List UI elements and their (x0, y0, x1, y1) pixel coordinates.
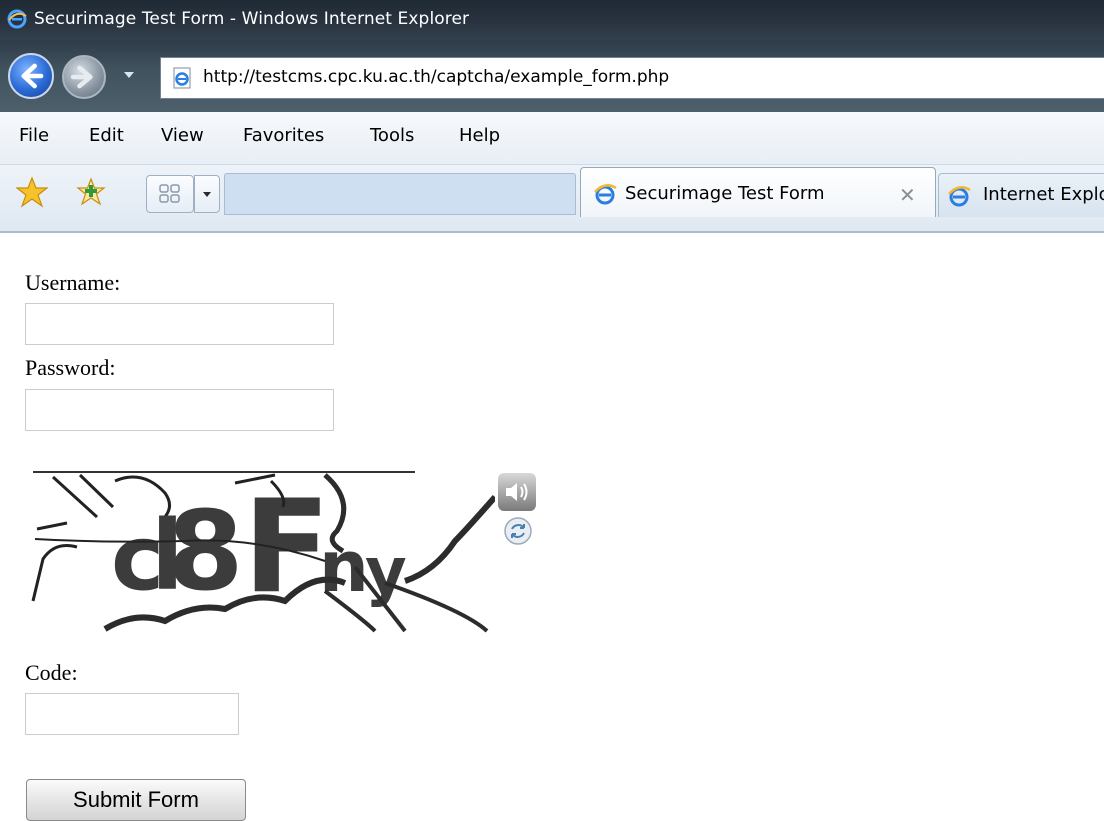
play-audio-button[interactable] (498, 473, 536, 511)
navigation-bar: http://testcms.cpc.ku.ac.th/captcha/exam… (0, 40, 1104, 112)
menu-favorites[interactable]: Favorites (243, 125, 324, 146)
ie-logo-icon (7, 9, 27, 29)
menu-bar: File Edit View Favorites Tools Help (0, 112, 1104, 165)
password-label: Password: (25, 355, 116, 380)
forward-button[interactable] (62, 55, 106, 99)
back-arrow-icon (21, 63, 44, 89)
window-title: Securimage Test Form - Windows Internet … (34, 9, 470, 29)
tab-list-dropdown[interactable] (194, 175, 220, 213)
svg-text:n: n (319, 526, 369, 608)
close-tab-icon[interactable]: ✕ (899, 183, 916, 207)
url-text[interactable]: http://testcms.cpc.ku.ac.th/captcha/exam… (203, 67, 669, 87)
menu-tools[interactable]: Tools (370, 125, 414, 146)
back-button[interactable] (8, 53, 54, 99)
tabs-bar: Securimage Test Form ✕ Internet Explorer (0, 165, 1104, 233)
page-icon (173, 67, 191, 89)
quick-tabs-button[interactable] (146, 175, 194, 213)
submit-form-button[interactable]: Submit Form (26, 779, 246, 821)
menu-edit[interactable]: Edit (89, 125, 124, 146)
forward-arrow-icon (70, 65, 93, 89)
menu-view[interactable]: View (161, 125, 204, 146)
ie-page-icon (594, 184, 617, 205)
speaker-icon (506, 483, 528, 501)
tab-securimage[interactable]: Securimage Test Form ✕ (580, 167, 936, 217)
address-bar[interactable]: http://testcms.cpc.ku.ac.th/captcha/exam… (160, 57, 1104, 99)
blank-tab[interactable] (224, 173, 576, 215)
captcha-image: c l 8 F n y (25, 471, 495, 633)
svg-text:y: y (365, 535, 407, 609)
recent-pages-dropdown-icon[interactable] (122, 68, 136, 82)
menu-file[interactable]: File (19, 125, 49, 146)
svg-text:8: 8 (167, 487, 244, 615)
tab-internet-explorer[interactable]: Internet Explorer (938, 173, 1104, 217)
window-title-bar: Securimage Test Form - Windows Internet … (0, 0, 1104, 40)
chevron-down-icon (203, 192, 211, 197)
favorites-star-icon[interactable] (16, 176, 48, 208)
username-input[interactable] (25, 303, 334, 345)
captcha-code-input[interactable] (25, 693, 239, 735)
password-input[interactable] (25, 389, 334, 431)
code-label: Code: (25, 660, 78, 685)
refresh-icon[interactable] (503, 516, 533, 546)
add-to-favorites-icon[interactable] (76, 177, 106, 207)
ie-page-icon (948, 186, 971, 207)
tab-label: Securimage Test Form (625, 183, 825, 204)
quick-tabs-icon (159, 184, 180, 203)
tab-label: Internet Explorer (983, 184, 1104, 205)
menu-help[interactable]: Help (459, 125, 500, 146)
username-label: Username: (25, 270, 121, 295)
